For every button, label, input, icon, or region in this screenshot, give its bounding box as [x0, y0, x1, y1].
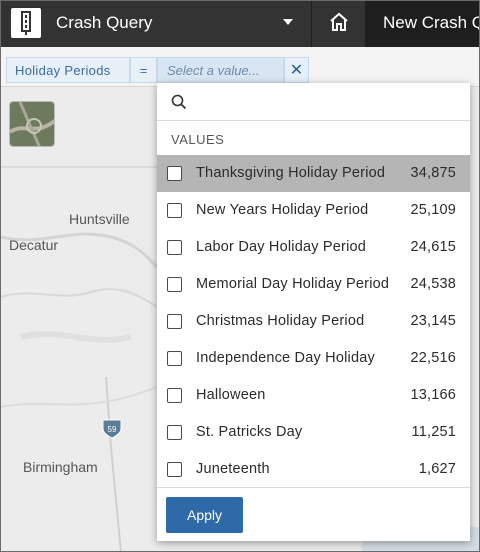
item-count: 25,109: [410, 202, 456, 218]
app-window: Crash Query New Crash Q Holiday Periods …: [0, 0, 480, 552]
item-label: New Years Holiday Period: [196, 202, 369, 218]
app-logo-icon[interactable]: [11, 8, 41, 38]
list-item[interactable]: Christmas Holiday Period 23,145: [157, 303, 470, 340]
header-divider: [311, 1, 312, 47]
values-list: Thanksgiving Holiday Period 34,875 New Y…: [157, 155, 470, 488]
filter-operator-chip[interactable]: =: [130, 57, 157, 83]
city-label: Birmingham: [23, 459, 98, 475]
list-item[interactable]: Thanksgiving Holiday Period 34,875: [157, 155, 470, 192]
home-button[interactable]: [313, 1, 365, 47]
dropdown-search: [157, 83, 470, 121]
checkbox[interactable]: [167, 203, 182, 218]
search-icon: [171, 94, 187, 110]
chevron-down-icon[interactable]: [283, 19, 293, 25]
checkbox[interactable]: [167, 351, 182, 366]
checkbox[interactable]: [167, 314, 182, 329]
checkbox[interactable]: [167, 425, 182, 440]
list-item[interactable]: Halloween 13,166: [157, 377, 470, 414]
item-count: 23,145: [410, 313, 456, 329]
apply-button[interactable]: Apply: [166, 497, 243, 533]
list-item[interactable]: Labor Day Holiday Period 24,615: [157, 229, 470, 266]
list-item[interactable]: St. Patricks Day 11,251: [157, 414, 470, 451]
item-label: Halloween: [196, 387, 266, 403]
item-label: Memorial Day Holiday Period: [196, 276, 390, 292]
item-count: 11,251: [411, 424, 456, 440]
search-input[interactable]: [195, 89, 455, 115]
list-item[interactable]: New Years Holiday Period 25,109: [157, 192, 470, 229]
item-count: 24,538: [410, 276, 456, 292]
values-header: VALUES: [171, 132, 225, 147]
remove-filter-button[interactable]: ✕: [284, 57, 309, 83]
checkbox[interactable]: [167, 462, 182, 477]
item-count: 13,166: [410, 387, 456, 403]
satellite-thumbnail-icon: [10, 102, 54, 146]
app-title[interactable]: Crash Query: [56, 13, 152, 33]
list-item[interactable]: Juneteenth 1,627: [157, 451, 470, 488]
checkbox[interactable]: [167, 240, 182, 255]
home-icon: [330, 12, 348, 31]
checkbox[interactable]: [167, 166, 182, 181]
app-header: Crash Query New Crash Q: [1, 1, 479, 47]
city-label: Huntsville: [69, 211, 130, 227]
item-count: 22,516: [410, 350, 456, 366]
tab-new-crash-query[interactable]: New Crash Q: [365, 1, 479, 47]
value-dropdown: VALUES Thanksgiving Holiday Period 34,87…: [157, 83, 470, 541]
list-item[interactable]: Memorial Day Holiday Period 24,538: [157, 266, 470, 303]
item-count: 1,627: [418, 461, 456, 477]
item-label: Thanksgiving Holiday Period: [196, 165, 386, 181]
item-label: St. Patricks Day: [196, 424, 303, 440]
item-label: Juneteenth: [196, 461, 270, 477]
interstate-number: 59: [108, 425, 117, 434]
city-label: Decatur: [9, 237, 59, 253]
checkbox[interactable]: [167, 388, 182, 403]
list-item[interactable]: Independence Day Holiday 22,516: [157, 340, 470, 377]
item-count: 24,615: [410, 239, 456, 255]
item-label: Labor Day Holiday Period: [196, 239, 367, 255]
item-label: Independence Day Holiday: [196, 350, 375, 366]
item-label: Christmas Holiday Period: [196, 313, 365, 329]
item-count: 34,875: [410, 165, 456, 181]
basemap-toggle-button[interactable]: [9, 101, 55, 147]
filter-bar: Holiday Periods = Select a value... ✕: [1, 47, 479, 87]
filter-value-chip[interactable]: Select a value...: [157, 57, 284, 83]
checkbox[interactable]: [167, 277, 182, 292]
interstate-shield-icon: 59: [102, 419, 122, 439]
dropdown-footer: Apply: [157, 487, 470, 541]
filter-field-chip[interactable]: Holiday Periods: [6, 57, 130, 83]
